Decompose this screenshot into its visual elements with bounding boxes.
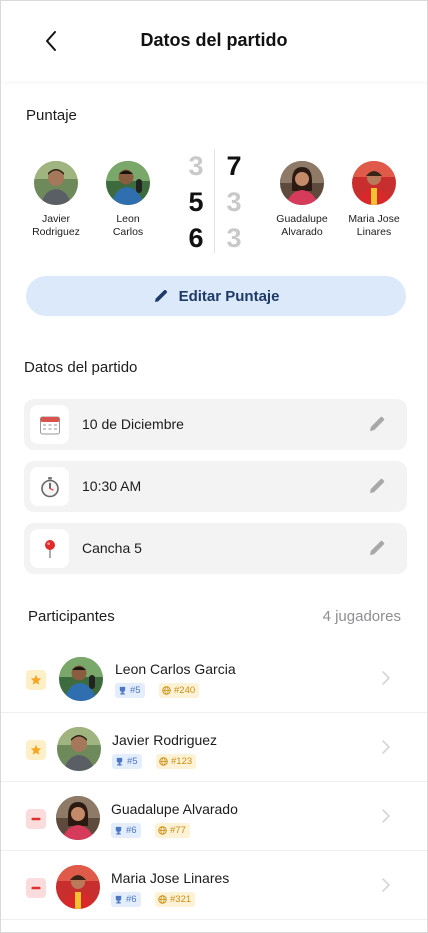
participant-name: Leon Carlos Garcia [115,661,236,677]
time-card[interactable]: 10:30 AM [24,461,407,512]
participants-section-title: Participantes [28,608,115,625]
chevron-right-icon [382,809,390,823]
remove-icon[interactable] [26,809,46,829]
participant-name: Javier Rodriguez [112,732,218,748]
pencil-icon [154,289,167,302]
score-section-title: Puntaje [26,107,77,124]
set-3-score-team-a: 6 [188,223,204,253]
match-time: 10:30 AM [82,478,142,494]
participant-row[interactable]: Guadalupe Alvarado #6 #77 [1,782,427,851]
player-last-name: Rodriguez [32,226,80,238]
screen: Datos del partido Puntaje Javier Rodrigu… [0,0,428,933]
globe-icon [158,826,167,835]
trophy-icon [116,757,123,766]
remove-icon[interactable] [26,878,46,898]
player-first-name: Leon [116,213,140,225]
set-2-score-team-a: 5 [188,187,204,217]
participant-row[interactable]: Maria Jose Linares #6 #321 [1,851,427,920]
set-1-score-team-b: 7 [226,151,242,181]
score-player-leon: Leon Carlos [93,161,163,239]
chevron-right-icon [382,878,390,892]
avatar [34,161,78,205]
captain-star-icon[interactable] [26,670,46,690]
captain-star-icon[interactable] [26,740,46,760]
world-rank-value: #77 [170,825,186,836]
player-first-name: Maria Jose [348,213,400,225]
rank-value: #6 [126,825,137,836]
avatar [59,657,103,701]
avatar [280,161,324,205]
trophy-icon [119,686,126,695]
date-card[interactable]: 10 de Diciembre [24,399,407,450]
match-section-title: Datos del partido [24,359,138,376]
edit-time-pencil-icon[interactable] [367,476,387,496]
top-bar: Datos del partido [1,1,427,81]
set-scores: 3 7 5 3 6 3 [185,147,245,257]
stopwatch-icon [30,467,69,506]
world-rank-value: #321 [170,894,192,905]
world-tag: #240 [159,683,200,698]
score-divider [214,149,215,253]
world-tag: #321 [155,892,196,907]
globe-icon [162,686,171,695]
edit-score-label: Editar Puntaje [178,287,280,305]
participant-row[interactable]: Javier Rodriguez #5 #123 [1,713,427,782]
edit-score-button[interactable]: Editar Puntaje [26,276,406,316]
rank-value: #5 [130,685,141,696]
participant-name: Guadalupe Alvarado [111,801,238,817]
globe-icon [158,895,167,904]
score-player-javier: Javier Rodriguez [21,161,91,239]
calendar-icon [30,405,69,444]
match-court: Cancha 5 [82,540,142,556]
world-rank-value: #123 [171,756,193,767]
world-tag: #77 [155,823,190,838]
world-rank-value: #240 [174,685,196,696]
rank-tag: #6 [111,892,141,907]
avatar [56,796,100,840]
player-first-name: Guadalupe [276,213,328,225]
world-tag: #123 [156,754,197,769]
map-pin-icon [30,529,69,568]
chevron-right-icon [382,740,390,754]
avatar [106,161,150,205]
edit-date-pencil-icon[interactable] [367,414,387,434]
avatar [352,161,396,205]
avatar [57,727,101,771]
rank-tag: #5 [115,683,145,698]
player-last-name: Alvarado [281,226,323,238]
rank-tag: #6 [111,823,141,838]
rank-value: #6 [126,894,137,905]
participant-name: Maria Jose Linares [111,870,230,886]
set-3-score-team-b: 3 [226,223,242,253]
rank-value: #5 [127,756,138,767]
player-last-name: Linares [356,226,392,238]
trophy-icon [115,895,122,904]
player-first-name: Javier [41,213,70,225]
rank-tag: #5 [112,754,142,769]
court-card[interactable]: Cancha 5 [24,523,407,574]
score-player-maria: Maria Jose Linares [339,161,409,239]
match-date: 10 de Diciembre [82,416,184,432]
chevron-right-icon [382,671,390,685]
avatar [56,865,100,909]
set-1-score-team-a: 3 [188,151,204,181]
trophy-icon [115,826,122,835]
page-title: Datos del partido [140,30,288,50]
set-2-score-team-b: 3 [226,187,242,217]
participants-count: 4 jugadores [322,608,401,625]
participant-row[interactable]: Leon Carlos Garcia #5 #240 [1,644,427,713]
globe-icon [159,757,168,766]
score-player-guadalupe: Guadalupe Alvarado [267,161,337,239]
player-last-name: Carlos [112,226,144,238]
edit-court-pencil-icon[interactable] [367,538,387,558]
